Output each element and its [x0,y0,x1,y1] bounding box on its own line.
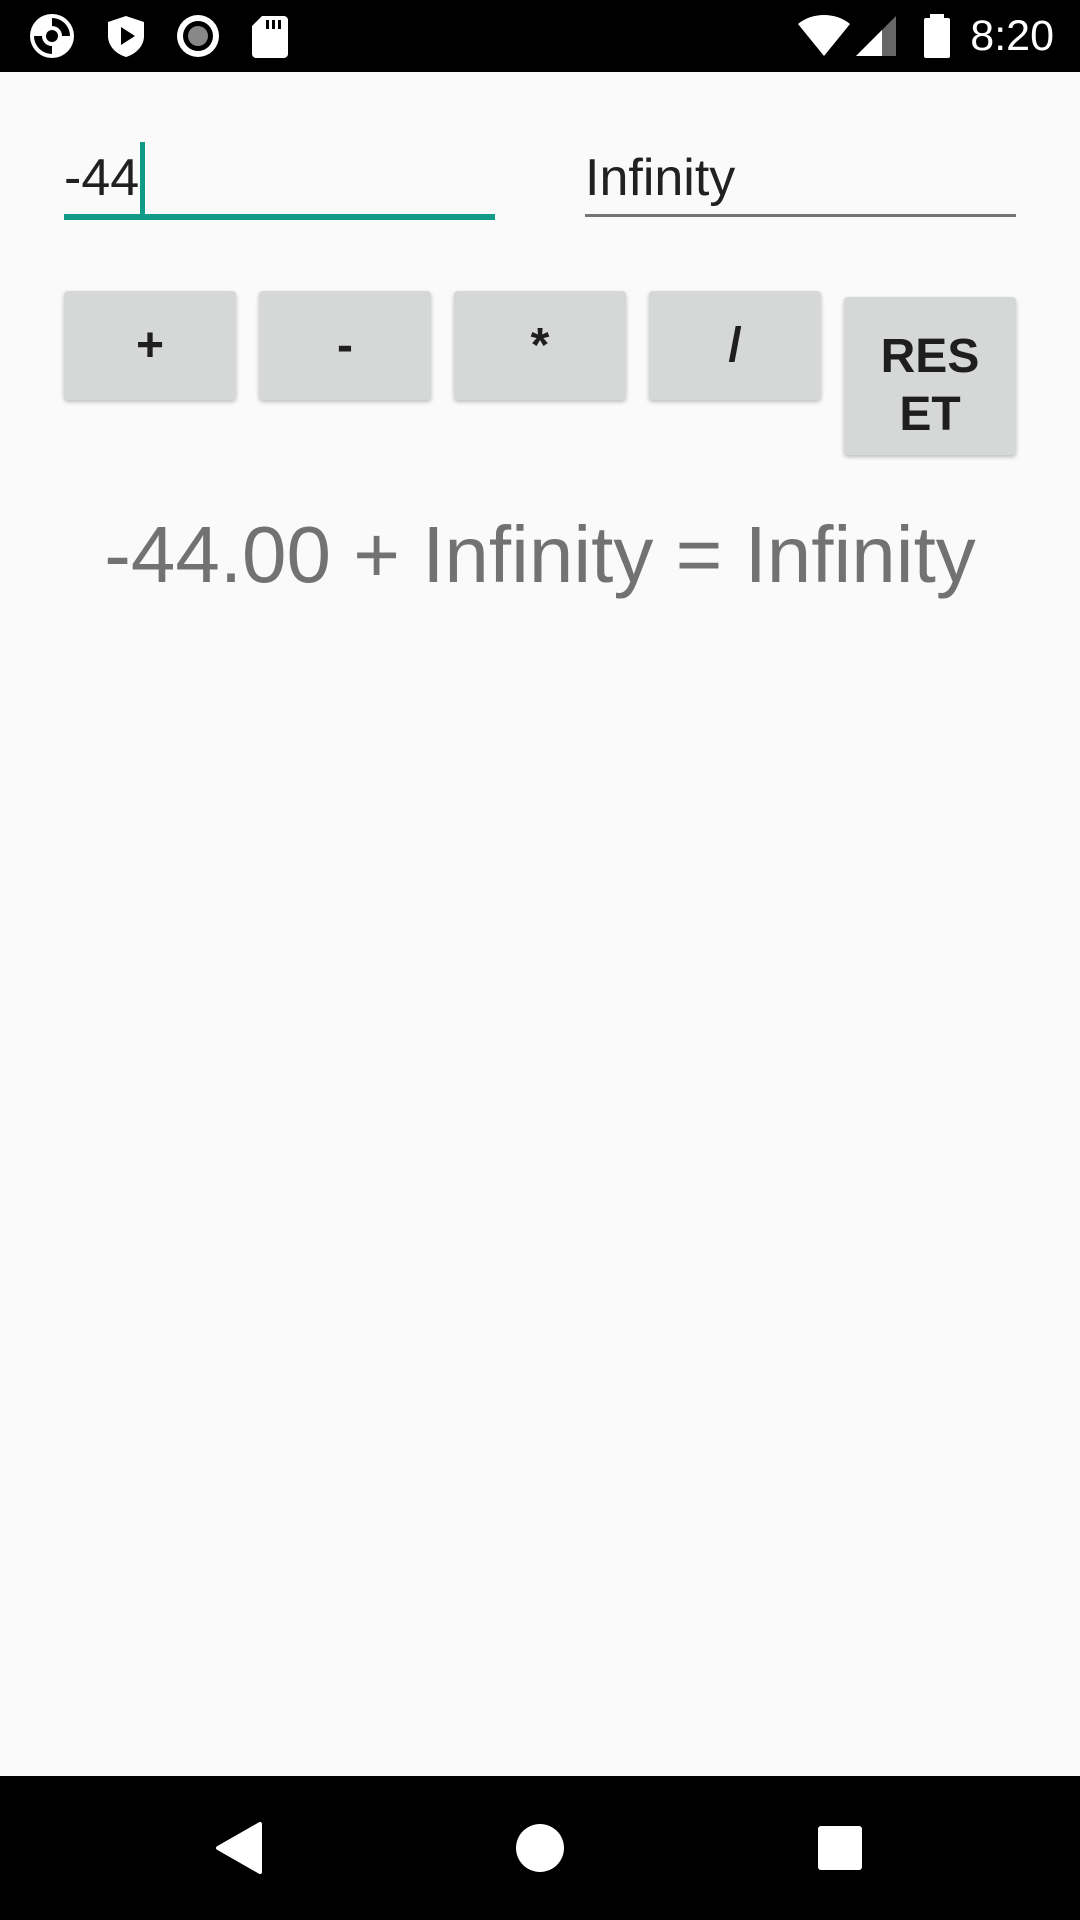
focused-underline [64,214,495,220]
first-number-value: -44 [64,149,140,207]
multiply-button[interactable]: * [454,291,626,400]
first-number-field[interactable]: -44 [64,130,495,220]
field-underline [585,214,1016,217]
status-time: 8:20 [970,12,1054,60]
signal-icon [852,12,900,60]
wifi-icon [796,12,852,60]
reset-button[interactable]: RESET [844,297,1016,455]
record-icon [174,12,222,60]
home-icon[interactable] [504,1812,576,1884]
text-cursor [140,142,146,214]
divide-button[interactable]: / [649,291,821,400]
add-button[interactable]: + [64,291,236,400]
recents-icon[interactable] [804,1812,876,1884]
second-number-field[interactable]: Infinity [585,130,1016,220]
back-icon[interactable] [204,1812,276,1884]
shield-play-icon [102,12,150,60]
app-swirl-icon [28,12,76,60]
subtract-button[interactable]: - [259,291,431,400]
sd-card-icon [246,12,294,60]
result-text: -44.00 + Infinity = Infinity [104,510,976,599]
battery-icon [914,12,962,60]
second-number-value: Infinity [585,149,736,207]
navigation-bar [0,1776,1080,1920]
status-bar: 8:20 [0,0,1080,72]
